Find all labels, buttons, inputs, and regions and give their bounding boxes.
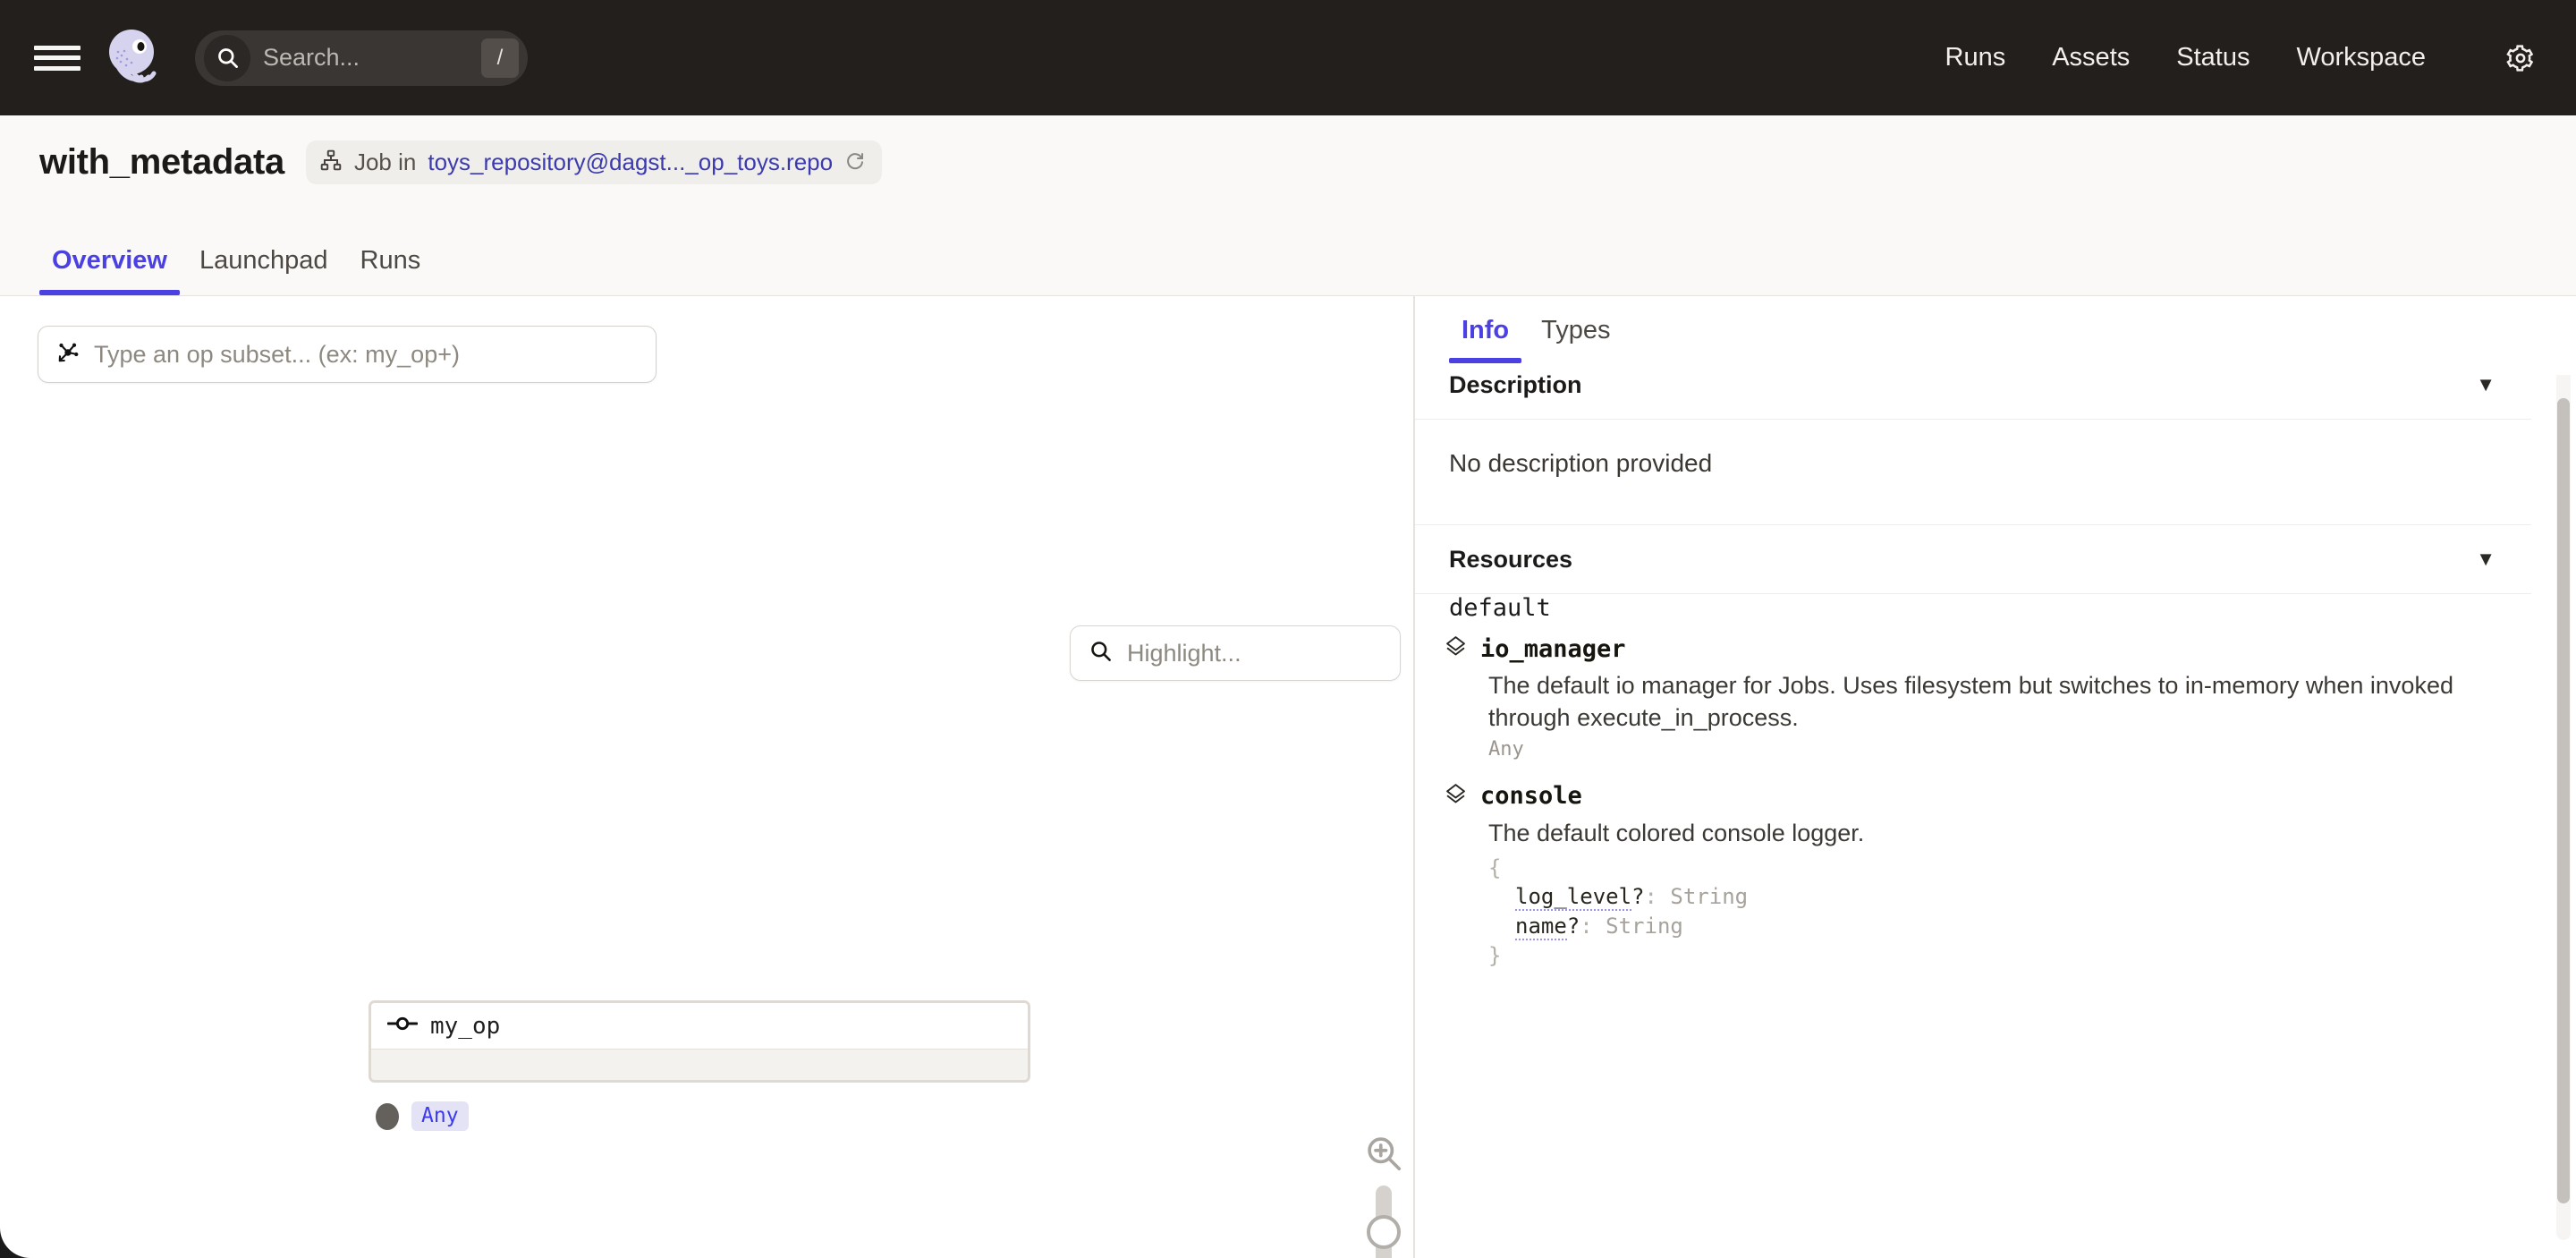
nav-link-assets[interactable]: Assets	[2052, 43, 2130, 72]
chevron-down-icon: ▼	[2476, 548, 2496, 571]
config-field-key[interactable]: log_level	[1515, 884, 1631, 911]
op-node-my_op[interactable]: my_op	[369, 1000, 1030, 1083]
search-icon	[1089, 639, 1113, 667]
resource-group-name: default	[1449, 594, 2531, 622]
resource-item-header[interactable]: io_manager	[1444, 634, 2531, 663]
resource-description: The default io manager for Jobs. Uses fi…	[1488, 670, 2481, 735]
info-panel-scrollbar[interactable]	[2556, 359, 2571, 1240]
info-panel-scroll-content: Description ▼ No description provided Re…	[1415, 296, 2576, 1258]
resource-config-type: Any	[1488, 738, 2531, 761]
op-node-body	[371, 1050, 1028, 1082]
reload-icon[interactable]	[844, 149, 866, 175]
nav-link-workspace[interactable]: Workspace	[2296, 43, 2426, 72]
nav-link-runs[interactable]: Runs	[1945, 43, 2006, 72]
config-field-name: name?: String	[1488, 912, 2531, 941]
page-tabs: Overview Launchpad Runs	[39, 246, 436, 295]
zoom-slider-track[interactable]	[1376, 1186, 1392, 1258]
highlight-input[interactable]: Highlight...	[1070, 625, 1401, 681]
resource-description: The default colored console logger.	[1488, 818, 2481, 850]
page-header: with_metadata Job in toys_repository@dag…	[0, 115, 2576, 296]
job-graph-icon	[319, 149, 343, 176]
page-title: with_metadata	[39, 142, 284, 183]
op-selection-icon	[55, 339, 81, 370]
global-search-input[interactable]: Search... /	[195, 30, 528, 86]
resource-diamond-icon	[1444, 634, 1468, 663]
zoom-in-icon[interactable]	[1363, 1133, 1404, 1174]
resource-item-io_manager: io_manager The default io manager for Jo…	[1444, 634, 2531, 761]
resource-name: console	[1480, 782, 1582, 810]
nav-link-status[interactable]: Status	[2176, 43, 2250, 72]
resource-item-header[interactable]: console	[1444, 782, 2531, 811]
section-title-description: Description	[1449, 371, 1582, 399]
op-graph-area[interactable]: Type an op subset... (ex: my_op+) Highli…	[0, 296, 1413, 1258]
tab-runs[interactable]: Runs	[344, 246, 437, 295]
hamburger-menu-icon[interactable]	[34, 40, 80, 76]
search-icon	[204, 35, 250, 81]
config-field-key[interactable]: name	[1515, 914, 1567, 940]
search-shortcut-key: /	[481, 38, 519, 78]
config-close-brace: }	[1488, 941, 2531, 971]
resource-diamond-icon	[1444, 782, 1468, 811]
chevron-down-icon: ▼	[2476, 373, 2496, 396]
op-subset-placeholder: Type an op subset... (ex: my_op+)	[94, 341, 460, 369]
config-open-brace: {	[1488, 854, 2531, 883]
dagster-app-window: Search... / Runs Assets Status Workspace…	[0, 0, 2576, 1258]
top-nav-links: Runs Assets Status Workspace	[1945, 43, 2535, 72]
resource-name: io_manager	[1480, 635, 1626, 663]
output-type-badge[interactable]: Any	[411, 1101, 469, 1131]
top-navigation-bar: Search... / Runs Assets Status Workspace	[0, 0, 2576, 115]
breadcrumb: with_metadata Job in toys_repository@dag…	[39, 140, 882, 184]
op-subset-input[interactable]: Type an op subset... (ex: my_op+)	[38, 326, 657, 383]
job-pill-repository[interactable]: toys_repository@dagst..._op_toys.repo	[428, 149, 833, 176]
job-repository-pill[interactable]: Job in toys_repository@dagst..._op_toys.…	[306, 140, 882, 184]
tab-overview[interactable]: Overview	[36, 246, 183, 295]
config-field-type: String	[1670, 884, 1748, 909]
info-panel-scrollbar-thumb[interactable]	[2557, 398, 2570, 1203]
highlight-placeholder: Highlight...	[1127, 640, 1241, 667]
config-field-optional: ?	[1567, 914, 1580, 939]
info-panel-tabs: Info Types	[1415, 296, 2576, 375]
resources-body: default io_manager The default io manage…	[1415, 594, 2531, 979]
config-field-colon: :	[1645, 884, 1657, 909]
tab-types[interactable]: Types	[1525, 316, 1626, 360]
resource-config-schema: { log_level?: String name?: String }	[1488, 854, 2531, 971]
graph-canvas[interactable]	[0, 296, 1413, 1258]
op-node-name: my_op	[430, 1013, 500, 1040]
section-header-resources[interactable]: Resources ▼	[1415, 524, 2531, 594]
config-field-log_level: log_level?: String	[1488, 882, 2531, 912]
op-output-row[interactable]: Any	[376, 1101, 469, 1131]
zoom-controls[interactable]	[1360, 1133, 1407, 1258]
tab-launchpad[interactable]: Launchpad	[183, 246, 344, 295]
output-dot-icon	[376, 1103, 399, 1130]
zoom-slider-thumb[interactable]	[1367, 1215, 1401, 1249]
op-info-panel: Description ▼ No description provided Re…	[1415, 296, 2576, 1258]
description-body: No description provided	[1449, 449, 1712, 478]
config-field-optional: ?	[1631, 884, 1644, 909]
dagster-logo-icon[interactable]	[102, 25, 168, 91]
job-pill-label: Job in	[354, 149, 416, 176]
config-field-type: String	[1606, 914, 1683, 939]
tab-info[interactable]: Info	[1445, 316, 1525, 360]
section-title-resources: Resources	[1449, 546, 1572, 574]
op-node-icon	[387, 1015, 418, 1037]
resource-item-console: console The default colored console logg…	[1444, 782, 2531, 970]
config-field-colon: :	[1580, 914, 1592, 939]
search-placeholder: Search...	[263, 44, 481, 72]
op-node-header: my_op	[371, 1003, 1028, 1050]
gear-icon[interactable]	[2506, 44, 2535, 72]
